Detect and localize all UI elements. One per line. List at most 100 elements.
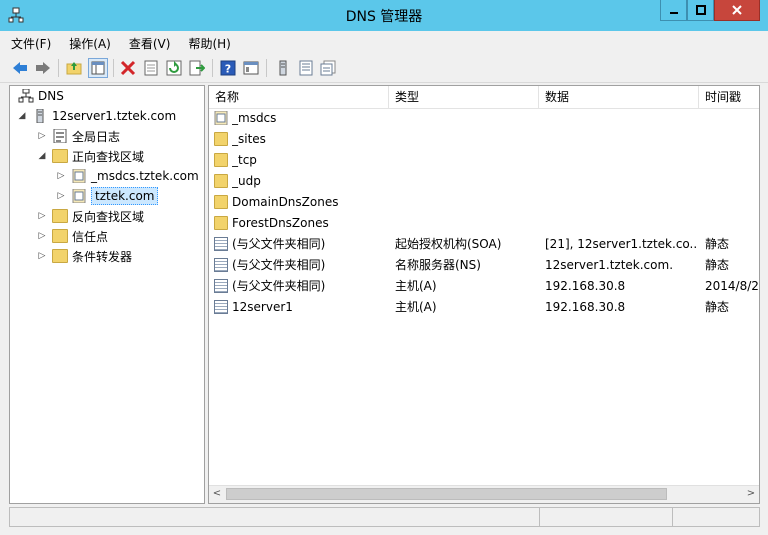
list-row[interactable]: _tcp — [209, 150, 759, 171]
up-one-level-button[interactable] — [64, 58, 84, 78]
menu-file[interactable]: 文件(F) — [0, 31, 58, 52]
column-header-name[interactable]: 名称 — [209, 86, 389, 108]
close-button[interactable] — [714, 0, 760, 21]
column-header-timestamp[interactable]: 时间戳 — [699, 86, 759, 108]
tree-label-server: 12server1.tztek.com — [52, 109, 177, 123]
export-icon — [189, 60, 205, 76]
tree-label-global-logs: 全局日志 — [72, 129, 121, 144]
refresh-button[interactable] — [164, 58, 184, 78]
tree-node-server[interactable]: ◢ 12server1.tztek.com — [16, 106, 176, 126]
cell-name: (与父文件夹相同) — [232, 279, 326, 293]
tree-node-conditional-forwarders[interactable]: ▷ 条件转发器 — [36, 246, 132, 266]
server-icon — [36, 109, 44, 123]
tree-node-global-logs[interactable]: ▷ 全局日志 — [36, 126, 120, 146]
expand-icon[interactable]: ▷ — [36, 231, 48, 241]
scroll-thumb[interactable] — [226, 488, 667, 500]
folder-icon — [52, 229, 68, 243]
menu-view[interactable]: 查看(V) — [118, 31, 178, 52]
tree-node-forward-zones[interactable]: ◢ 正向查找区域 — [36, 146, 144, 166]
cell-timestamp: 静态 — [705, 237, 730, 251]
properties-icon — [144, 60, 158, 76]
cell-name: (与父文件夹相同) — [232, 258, 326, 272]
menu-help[interactable]: 帮助(H) — [177, 31, 237, 52]
delete-button[interactable] — [118, 58, 138, 78]
console-button[interactable] — [241, 58, 261, 78]
new-record-button[interactable] — [296, 58, 316, 78]
cell-name: _msdcs — [232, 111, 277, 125]
maximize-button[interactable] — [687, 0, 714, 21]
collapse-icon[interactable]: ◢ — [36, 151, 48, 161]
cell-name: ForestDnsZones — [232, 216, 329, 230]
list-row[interactable]: ForestDnsZones — [209, 213, 759, 234]
tree-label-tztek-zone: tztek.com — [91, 187, 159, 205]
minimize-button[interactable] — [660, 0, 687, 21]
menu-bar: 文件(F) 操作(A) 查看(V) 帮助(H) — [0, 31, 768, 53]
list-row[interactable]: (与父文件夹相同) 起始授权机构(SOA) [21], 12server1.tz… — [209, 234, 759, 255]
list-row[interactable]: 12server1 主机(A) 192.168.30.8 静态 — [209, 297, 759, 318]
toolbar: ? — [0, 54, 768, 83]
log-icon — [53, 129, 67, 143]
scroll-left-icon[interactable]: < — [209, 486, 225, 503]
expand-icon[interactable]: ▷ — [55, 171, 67, 181]
folder-icon — [214, 153, 228, 167]
show-hide-tree-icon — [91, 61, 105, 75]
column-header-row: 名称 类型 数据 时间戳 — [209, 86, 759, 109]
cell-type: 名称服务器(NS) — [395, 258, 481, 272]
refresh-icon — [166, 60, 182, 76]
list-row[interactable]: _udp — [209, 171, 759, 192]
tree-node-tztek-zone[interactable]: ▷ tztek.com — [55, 186, 159, 206]
show-hide-tree-button[interactable] — [88, 58, 108, 78]
expand-icon[interactable]: ▷ — [36, 131, 48, 141]
expand-icon[interactable]: ▷ — [36, 251, 48, 261]
help-icon: ? — [220, 60, 236, 76]
cell-timestamp: 静态 — [705, 300, 730, 314]
folder-icon — [214, 216, 228, 230]
column-header-data[interactable]: 数据 — [539, 86, 699, 108]
server-button[interactable] — [273, 58, 293, 78]
record-icon — [214, 258, 228, 272]
list-row[interactable]: _sites — [209, 129, 759, 150]
folder-icon — [52, 249, 68, 263]
cell-name: 12server1 — [232, 300, 293, 314]
cell-timestamp: 2014/8/2 — [705, 279, 759, 293]
dns-root-icon — [18, 89, 34, 103]
list-row[interactable]: (与父文件夹相同) 主机(A) 192.168.30.8 2014/8/2 — [209, 276, 759, 297]
tree-label-dns: DNS — [38, 89, 64, 103]
forward-arrow-icon — [36, 62, 50, 74]
back-button[interactable] — [10, 58, 30, 78]
menu-action[interactable]: 操作(A) — [58, 31, 118, 52]
svg-text:?: ? — [225, 63, 231, 76]
cell-data: 192.168.30.8 — [545, 279, 626, 293]
cell-timestamp: 静态 — [705, 258, 730, 272]
folder-icon — [214, 174, 228, 188]
help-button[interactable]: ? — [218, 58, 238, 78]
window-title: DNS 管理器 — [345, 9, 423, 25]
collapse-icon[interactable]: ◢ — [16, 111, 28, 121]
export-list-button[interactable] — [187, 58, 207, 78]
status-bar — [9, 507, 760, 527]
tree-node-msdcs-zone[interactable]: ▷ _msdcs.tztek.com — [55, 166, 199, 186]
tree-label-forward-zones: 正向查找区域 — [72, 149, 145, 164]
close-icon — [732, 5, 742, 15]
cell-name: DomainDnsZones — [232, 195, 339, 209]
expand-icon[interactable]: ▷ — [36, 211, 48, 221]
cell-data: [21], 12server1.tztek.co... — [545, 237, 697, 251]
server-icon — [279, 60, 287, 76]
expand-icon[interactable]: ▷ — [55, 191, 67, 201]
list-row[interactable]: (与父文件夹相同) 名称服务器(NS) 12server1.tztek.com.… — [209, 255, 759, 276]
other-records-button[interactable] — [318, 58, 338, 78]
tree-node-dns[interactable]: DNS — [14, 86, 64, 106]
list-row[interactable]: _msdcs — [209, 108, 759, 129]
scroll-right-icon[interactable]: > — [743, 486, 759, 503]
tree-node-reverse-zones[interactable]: ▷ 反向查找区域 — [36, 206, 144, 226]
folder-icon — [214, 195, 228, 209]
column-header-type[interactable]: 类型 — [389, 86, 539, 108]
cell-type: 主机(A) — [395, 279, 437, 293]
forward-button[interactable] — [33, 58, 53, 78]
delete-icon — [120, 60, 136, 76]
tree-node-trust-points[interactable]: ▷ 信任点 — [36, 226, 108, 246]
properties-button[interactable] — [141, 58, 161, 78]
cell-name: _sites — [232, 132, 266, 146]
horizontal-scrollbar[interactable]: < > — [209, 485, 759, 503]
list-row[interactable]: DomainDnsZones — [209, 192, 759, 213]
